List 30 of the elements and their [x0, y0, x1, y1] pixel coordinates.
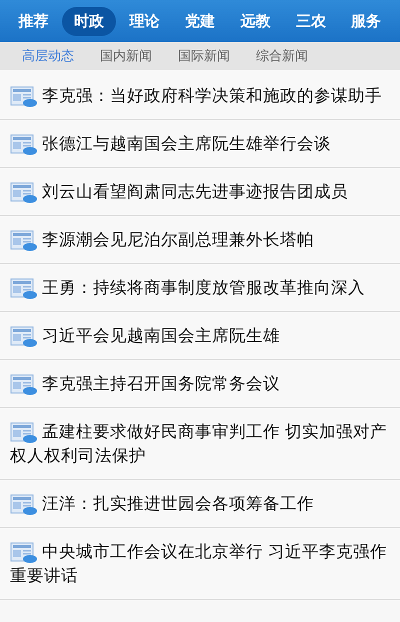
newspaper-icon [10, 494, 38, 516]
news-title[interactable]: 刘云山看望阎肃同志先进事迹报告团成员 [10, 180, 392, 204]
news-title[interactable]: 孟建柱要求做好民商事审判工作 切实加强对产权人权利司法保护 [10, 420, 392, 468]
news-title[interactable]: 李源潮会见尼泊尔副总理兼外长塔帕 [10, 228, 392, 252]
newspaper-icon [10, 134, 38, 156]
newspaper-icon [10, 182, 38, 204]
nav-tab[interactable]: 三农 [284, 6, 338, 36]
nav-tab[interactable]: 党建 [172, 6, 227, 36]
newspaper-icon [10, 374, 38, 396]
news-title[interactable]: 中央城市工作会议在北京举行 习近平李克强作重要讲话 [10, 540, 392, 588]
newspaper-icon [10, 230, 38, 252]
news-title[interactable]: 李克强主持召开国务院常务会议 [10, 372, 392, 396]
newspaper-icon [10, 326, 38, 348]
nav-tab[interactable]: 时政 [62, 6, 116, 36]
nav-tab[interactable]: 服务 [339, 6, 394, 36]
nav-tab[interactable]: 远教 [228, 6, 282, 36]
sub-tab[interactable]: 国际新闻 [178, 45, 230, 67]
nav-tab[interactable]: 理论 [118, 6, 172, 36]
news-title[interactable]: 汪洋：扎实推进世园会各项筹备工作 [10, 492, 392, 516]
sub-tab[interactable]: 综合新闻 [256, 45, 308, 67]
sub-tab[interactable]: 国内新闻 [100, 45, 152, 67]
newspaper-icon [10, 278, 38, 300]
nav-tab[interactable]: 推荐 [6, 6, 61, 36]
news-title[interactable]: 李克强：当好政府科学决策和施政的参谋助手 [10, 84, 392, 108]
news-title[interactable]: 王勇：持续将商事制度放管服改革推向深入 [10, 276, 392, 300]
newspaper-icon [10, 422, 38, 444]
newspaper-icon [10, 86, 38, 108]
news-title[interactable]: 习近平会见越南国会主席阮生雄 [10, 324, 392, 348]
newspaper-icon [10, 542, 38, 564]
news-title[interactable]: 张德江与越南国会主席阮生雄举行会谈 [10, 132, 392, 156]
